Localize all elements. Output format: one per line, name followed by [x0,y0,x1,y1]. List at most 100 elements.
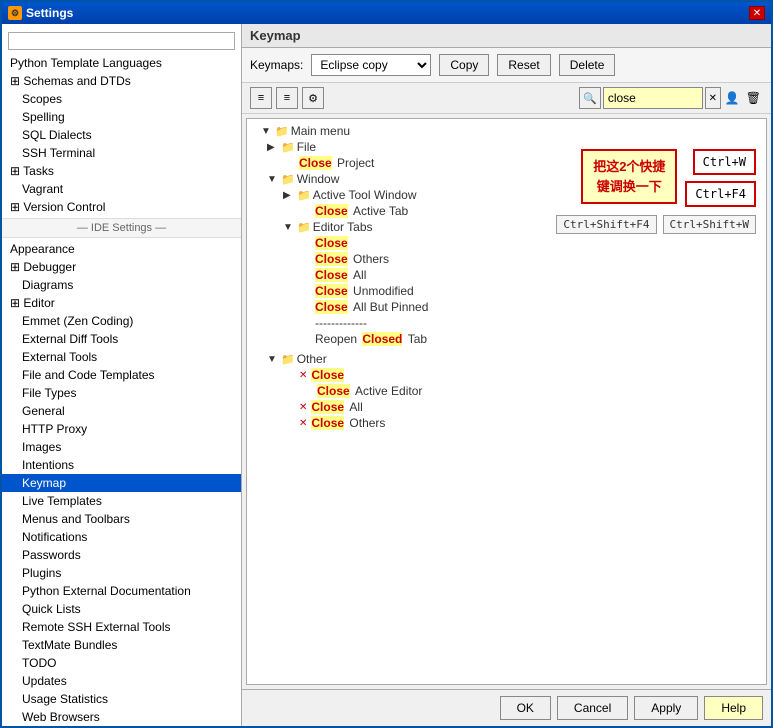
close-active-editor-close: Close [317,384,350,398]
clear-search-button[interactable]: ✕ [705,87,721,109]
collapse-all-button[interactable]: ≡ [276,87,298,109]
sidebar-search-box [8,32,235,50]
sidebar-item[interactable]: Passwords [2,546,241,564]
close-active-editor-rest: Active Editor [352,384,423,398]
sidebar-item[interactable]: ⊞ Editor [2,294,241,312]
sidebar-item[interactable]: Images [2,438,241,456]
active-tool-window-label: Active Tool Window [313,188,417,202]
close-others-rest: Others [350,252,389,266]
tree-node-main-menu: ▼ 📁 Main menu [251,123,762,139]
search-area: 🔍 ✕ 👤 🗑 [579,87,763,109]
delete-button[interactable]: Delete [559,54,616,76]
other-toggle[interactable]: ▼ [267,354,279,365]
shortcut-bottom-row: Ctrl+Shift+F4 Ctrl+Shift+W [556,215,756,234]
main-menu-toggle[interactable]: ▼ [261,126,273,137]
search-input[interactable] [603,87,703,109]
sidebar-item[interactable]: Emmet (Zen Coding) [2,312,241,330]
sidebar-item[interactable]: Vagrant [2,180,241,198]
sidebar-item[interactable]: Spelling [2,108,241,126]
window-title: Settings [26,6,73,20]
editor-tabs-toggle[interactable]: ▼ [283,222,295,233]
sidebar-item[interactable]: TextMate Bundles [2,636,241,654]
close-active-tab-rest: Active Tab [350,204,408,218]
sidebar-item[interactable]: External Diff Tools [2,330,241,348]
sidebar-item[interactable]: Intentions [2,456,241,474]
close-all-but-pinned-close: Close [315,300,348,314]
cancel-button[interactable]: Cancel [557,696,628,720]
reset-button[interactable]: Reset [497,54,550,76]
sidebar-item[interactable]: File Types [2,384,241,402]
sidebar-item[interactable]: Plugins [2,564,241,582]
sidebar-item[interactable]: Scopes [2,90,241,108]
window-toggle[interactable]: ▼ [267,174,279,185]
active-tool-window-toggle[interactable]: ▶ [283,190,295,201]
sidebar-item[interactable]: External Tools [2,348,241,366]
tree-node-other: ▼ 📁 Other [251,351,762,367]
ok-button[interactable]: OK [500,696,551,720]
shortcut2-box: Ctrl+F4 [685,181,756,207]
reopen-tab: Tab [404,332,427,346]
sidebar-item[interactable]: Python Template Languages [2,54,241,72]
sidebar-item[interactable]: Live Templates [2,492,241,510]
file-label: File [297,140,316,154]
close-all-but-pinned-rest: All But Pinned [350,300,429,314]
window-label: Window [297,172,340,186]
close-others-close: Close [315,252,348,266]
tree-node-close-others: Close Others [251,251,762,267]
help-button[interactable]: Help [704,696,763,720]
sidebar-item[interactable]: SQL Dialects [2,126,241,144]
copy-button[interactable]: Copy [439,54,489,76]
keymaps-label: Keymaps: [250,58,303,72]
close-label: Close [315,236,348,250]
sidebar-item[interactable]: SSH Terminal [2,144,241,162]
tree-node-close-active-editor: Close Active Editor [251,383,762,399]
file-toggle[interactable]: ▶ [267,142,279,153]
sidebar-search-input[interactable] [8,32,235,50]
sidebar-item[interactable]: General [2,402,241,420]
sidebar-item[interactable]: Remote SSH External Tools [2,618,241,636]
active-tool-window-icon: 📁 [297,189,311,202]
annotation-overlay: 把这2个快捷 键调换一下 Ctrl+W Ctrl+F4 Ctrl+Shift+F… [556,149,756,234]
panel-title: Keymap [242,24,771,48]
shortcut4-label: Ctrl+Shift+W [663,215,756,234]
other-close-all-rest: All [346,400,363,414]
sidebar-section: — IDE Settings — [2,218,241,238]
expand-all-button[interactable]: ≡ [250,87,272,109]
window-folder-icon: 📁 [281,173,295,186]
other-close-x: ✕ [299,370,307,381]
other-label: Other [297,352,327,366]
other-close-all-close: Close [311,400,344,414]
delete-icon[interactable]: 🗑 [744,89,763,107]
sidebar-item[interactable]: Notifications [2,528,241,546]
sidebar-item[interactable]: Keymap [2,474,241,492]
apply-button[interactable]: Apply [634,696,698,720]
close-button[interactable]: ✕ [749,6,765,20]
search-icon: 🔍 [579,87,601,109]
sidebar-item[interactable]: HTTP Proxy [2,420,241,438]
settings-button[interactable]: ⚙ [302,87,324,109]
user-icon[interactable]: 👤 [723,89,742,107]
sidebar-item[interactable]: Web Browsers [2,708,241,726]
sidebar-item[interactable]: Updates [2,672,241,690]
main-menu-folder-icon: 📁 [275,125,289,138]
sidebar-item[interactable]: Usage Statistics [2,690,241,708]
shortcut1-box: Ctrl+W [693,149,756,175]
close-project-label: Close [299,156,332,170]
sidebar-item[interactable]: File and Code Templates [2,366,241,384]
keymap-toolbar: Keymaps: Eclipse copy Copy Reset Delete [242,48,771,83]
close-all-close: Close [315,268,348,282]
sidebar-item[interactable]: Python External Documentation [2,582,241,600]
sidebar-item[interactable]: Menus and Toolbars [2,510,241,528]
keymap-select[interactable]: Eclipse copy [311,54,431,76]
tree-node-close-unmodified: Close Unmodified [251,283,762,299]
sidebar-item[interactable]: Quick Lists [2,600,241,618]
sidebar-item[interactable]: ⊞ Version Control [2,198,241,216]
sidebar-item[interactable]: Diagrams [2,276,241,294]
sidebar-item[interactable]: ⊞ Tasks [2,162,241,180]
sidebar-item[interactable]: Appearance [2,240,241,258]
reopen-closed: Closed [362,332,402,346]
sidebar-item[interactable]: ⊞ Schemas and DTDs [2,72,241,90]
annotation-text: 把这2个快捷 键调换一下 [581,149,677,204]
sidebar-item[interactable]: TODO [2,654,241,672]
sidebar-item[interactable]: ⊞ Debugger [2,258,241,276]
